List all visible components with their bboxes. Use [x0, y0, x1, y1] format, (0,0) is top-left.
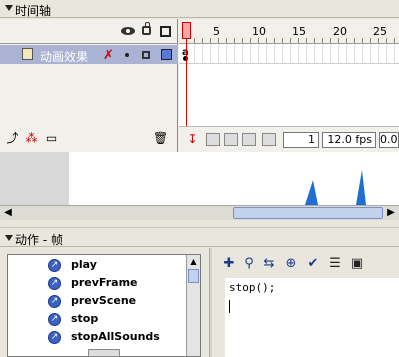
check-syntax-icon[interactable]: ✔ [305, 256, 321, 272]
timeline-body: 动画效果 ✗ ⤴ ⁂ ▭ 🗑 1 5 10 15 20 25 [0, 19, 399, 152]
show-hide-all-eye-icon[interactable] [121, 27, 135, 35]
onion-skin-outlines-icon[interactable] [224, 133, 238, 146]
layer-name[interactable]: 动画效果 [40, 48, 88, 65]
center-frame-icon[interactable]: ↧ [185, 133, 200, 146]
text-caret [229, 300, 230, 313]
layer-controls: ⤴ ⁂ ▭ 🗑 [0, 126, 178, 152]
ruler-number: 25 [373, 25, 387, 38]
scroll-up-arrow-icon[interactable]: ▲ [188, 256, 199, 268]
scroll-left-arrow-icon[interactable]: ◀ [1, 207, 15, 219]
ruler-number: 10 [252, 25, 266, 38]
layer-header [0, 19, 178, 44]
code-line[interactable]: stop(); [229, 281, 275, 294]
trash-delete-layer-icon[interactable]: 🗑 [153, 132, 168, 145]
current-frame-field[interactable]: 1 [283, 132, 319, 148]
timeline-status-bar: ↧ 1 12.0 fps 0.0s [179, 126, 399, 152]
list-item-label: prevScene [71, 294, 137, 307]
list-item-label: stopAllSounds [71, 330, 160, 343]
edit-multiple-frames-icon[interactable] [242, 133, 256, 146]
ruler-number: 5 [213, 25, 220, 38]
modify-onion-markers-icon[interactable] [262, 133, 276, 146]
timeline-title: 时间轴 [15, 4, 52, 18]
target-path-crosshair-icon[interactable]: ⊕ [283, 256, 299, 272]
frame-area: 1 5 10 15 20 25 a ↧ [179, 19, 399, 152]
layer-outline-color-icon[interactable] [161, 49, 172, 60]
add-motion-guide-icon[interactable]: ⁂ [24, 132, 39, 145]
toolbox-vertical-scrollbar[interactable]: ▲ [186, 255, 200, 356]
stage-horizontal-scrollbar[interactable]: ◀ ▶ [0, 205, 399, 220]
scroll-thumb[interactable] [233, 207, 383, 219]
playhead-handle[interactable] [182, 22, 191, 39]
scroll-right-arrow-icon[interactable]: ▶ [384, 207, 398, 219]
list-item[interactable]: ↗ play [8, 256, 186, 274]
layer-column: 动画效果 ✗ ⤴ ⁂ ▭ 🗑 [0, 19, 178, 152]
frame-row[interactable]: a [179, 45, 399, 64]
find-magnifier-icon[interactable]: ⚲ [241, 256, 257, 272]
pane-divider[interactable] [209, 248, 212, 357]
frame-grid [179, 45, 399, 64]
layer-lock-icon[interactable] [142, 51, 150, 59]
pencil-disabled-icon: ✗ [103, 48, 114, 63]
action-arrow-icon: ↗ [48, 259, 61, 272]
layer-page-icon [22, 48, 33, 60]
actions-toolbox-list: ↗ play ↗ prevFrame ↗ prevScene ↗ stop ↗ … [7, 254, 201, 357]
list-item-label: prevFrame [71, 276, 138, 289]
replace-icon[interactable]: ⇆ [261, 256, 277, 272]
action-arrow-icon: ↗ [48, 331, 61, 344]
add-item-plus-icon[interactable]: ✚ [221, 256, 237, 272]
list-item-label: stop [71, 312, 99, 325]
actions-panel-header[interactable]: 动作 - 帧 [0, 229, 399, 247]
visibility-dot-icon[interactable] [125, 53, 129, 57]
list-item-label: play [71, 258, 97, 271]
ruler-number: 20 [333, 25, 347, 38]
stage-shapes [305, 170, 366, 205]
frame-ruler[interactable]: 1 5 10 15 20 25 [179, 19, 399, 44]
outline-all-icon[interactable] [160, 26, 171, 37]
frame-rate-field[interactable]: 12.0 fps [322, 132, 376, 148]
elapsed-time-field: 0.0s [379, 132, 399, 148]
script-toolbar: ✚ ⚲ ⇆ ⊕ ✔ ☰ ▣ [213, 252, 399, 276]
actions-title: 动作 - 帧 [15, 233, 63, 247]
timeline-panel-header[interactable]: 时间轴 [0, 0, 399, 18]
list-item[interactable]: ↗ stopAllSounds [8, 328, 186, 346]
list-item[interactable]: ↗ prevScene [8, 292, 186, 310]
ruler-number: 15 [292, 25, 306, 38]
action-arrow-icon: ↗ [48, 313, 61, 326]
insert-folder-icon[interactable]: ▭ [44, 132, 59, 145]
resize-grip[interactable] [88, 349, 120, 357]
blue-spike-shape [356, 170, 366, 205]
insert-layer-icon[interactable]: ⤴ [5, 132, 20, 145]
layer-row[interactable]: 动画效果 ✗ [0, 45, 178, 64]
blue-spike-shape [305, 180, 318, 205]
onion-skin-icon[interactable] [206, 133, 220, 146]
collapse-triangle-icon[interactable] [5, 235, 13, 241]
panel-splitter[interactable] [0, 220, 399, 228]
action-arrow-icon: ↗ [48, 295, 61, 308]
collapse-triangle-icon[interactable] [5, 5, 13, 11]
auto-format-icon[interactable]: ☰ [327, 256, 343, 272]
stage-area[interactable] [0, 152, 399, 205]
script-editor[interactable]: stop(); [225, 278, 399, 357]
scroll-thumb[interactable] [188, 269, 199, 283]
code-hint-icon[interactable]: ▣ [349, 256, 365, 272]
list-item[interactable]: ↗ stop [8, 310, 186, 328]
lock-all-icon[interactable] [142, 22, 151, 35]
list-item[interactable]: ↗ prevFrame [8, 274, 186, 292]
action-arrow-icon: ↗ [48, 277, 61, 290]
